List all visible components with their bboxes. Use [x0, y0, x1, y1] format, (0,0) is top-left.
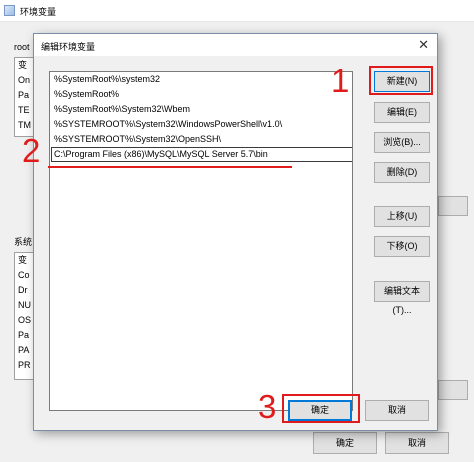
path-list-item[interactable]: %SYSTEMROOT%\System32\WindowsPowerShell\… [50, 117, 352, 132]
outer-window-title: 环境变量 [20, 7, 57, 17]
delete-button[interactable]: 删除(D) [374, 162, 430, 183]
close-icon[interactable]: ✕ [418, 37, 429, 53]
path-list-item[interactable]: %SystemRoot% [50, 87, 352, 102]
outer-cancel-button[interactable]: 取消 [385, 432, 449, 454]
window-icon [4, 5, 15, 16]
user-variables-button[interactable] [438, 196, 468, 216]
browse-button[interactable]: 浏览(B)... [374, 132, 430, 153]
dialog-title: 编辑环境变量 [41, 42, 96, 52]
system-variables-button[interactable] [438, 380, 468, 400]
annotation-step-3: 3 [258, 388, 277, 425]
path-list[interactable]: %SystemRoot%\system32 %SystemRoot% %Syst… [49, 71, 353, 411]
user-variables-label: root [14, 42, 30, 52]
dialog-titlebar: 编辑环境变量 ✕ [34, 34, 437, 56]
annotation-box-ok [282, 394, 360, 423]
path-list-item[interactable]: %SystemRoot%\system32 [50, 72, 352, 87]
edit-button[interactable]: 编辑(E) [374, 102, 430, 123]
move-up-button[interactable]: 上移(U) [374, 206, 430, 227]
system-variables-label: 系统 [14, 235, 33, 248]
path-list-item-editing[interactable]: C:\Program Files (x86)\MySQL\MySQL Serve… [50, 147, 352, 162]
cancel-button[interactable]: 取消 [365, 400, 429, 421]
outer-ok-button[interactable]: 确定 [313, 432, 377, 454]
annotation-step-1: 1 [331, 62, 350, 99]
annotation-step-2: 2 [22, 132, 41, 169]
outer-window-titlebar: 环境变量 [0, 0, 474, 22]
path-list-item[interactable]: %SystemRoot%\System32\Wbem [50, 102, 352, 117]
annotation-box-new [369, 66, 433, 95]
annotation-underline-path [48, 166, 292, 168]
edit-text-button[interactable]: 编辑文本(T)... [374, 281, 430, 315]
move-down-button[interactable]: 下移(O) [374, 236, 430, 257]
path-list-item[interactable]: %SYSTEMROOT%\System32\OpenSSH\ [50, 132, 352, 147]
path-edit-field[interactable]: C:\Program Files (x86)\MySQL\MySQL Serve… [51, 147, 352, 162]
